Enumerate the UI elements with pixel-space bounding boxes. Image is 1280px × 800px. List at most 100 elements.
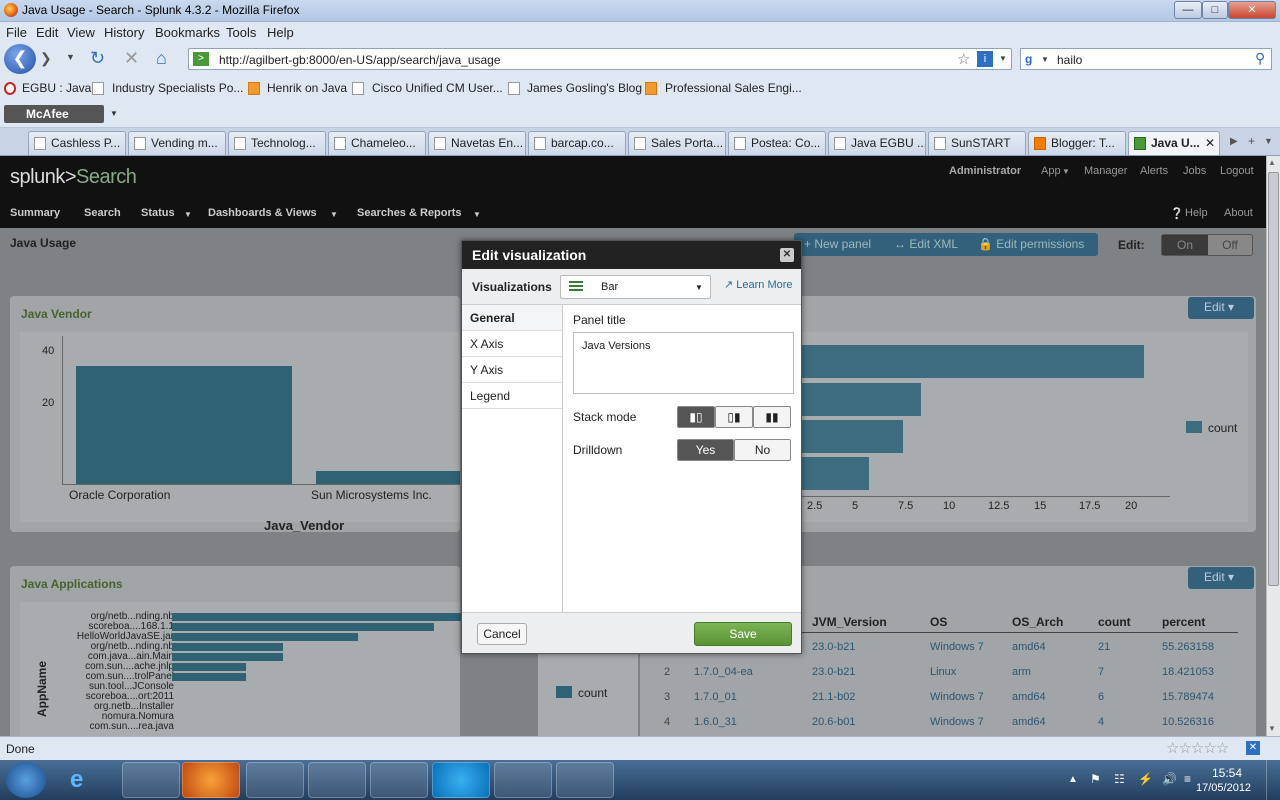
- app-bar[interactable]: [172, 613, 472, 621]
- versions-bar[interactable]: [801, 457, 870, 490]
- col-header-os-arch[interactable]: OS_Arch: [1012, 615, 1063, 629]
- ie-icon[interactable]: e: [70, 766, 83, 794]
- app-bar[interactable]: [172, 673, 246, 681]
- menu-tools[interactable]: Tools: [226, 25, 256, 40]
- tab-blogger[interactable]: Blogger: T...: [1028, 131, 1126, 155]
- power-icon[interactable]: ⚡: [1138, 772, 1153, 786]
- edit-permissions-button[interactable]: 🔒 Edit permissions: [978, 237, 1084, 251]
- home-icon[interactable]: ⌂: [156, 48, 167, 69]
- table-row[interactable]: 3 1.7.0_01 21.1-b02 Windows 7 amd64 6 15.78947…: [640, 688, 1256, 712]
- stop-icon[interactable]: ✕: [124, 48, 139, 69]
- tab-postea[interactable]: Postea: Co...: [728, 131, 826, 155]
- versions-bar[interactable]: [801, 420, 904, 453]
- menu-help[interactable]: Help: [267, 25, 294, 40]
- nav-dashboards[interactable]: Dashboards & Views: [208, 207, 317, 219]
- app-bar[interactable]: [172, 663, 246, 671]
- bookmark-cisco-unified[interactable]: Cisco Unified CM User...: [372, 81, 503, 95]
- menu-file[interactable]: File: [6, 25, 27, 40]
- google-icon[interactable]: g: [1025, 52, 1032, 66]
- section-x-axis[interactable]: X Axis: [462, 331, 562, 357]
- show-desktop-button[interactable]: [1266, 760, 1280, 800]
- edit-mode-toggle[interactable]: On Off: [1161, 234, 1253, 256]
- versions-bar[interactable]: [801, 383, 921, 416]
- jobs-link[interactable]: Jobs: [1183, 165, 1206, 177]
- addon-icon[interactable]: ✕: [1246, 741, 1260, 755]
- flag-icon[interactable]: ⚑: [1090, 772, 1101, 786]
- bookmark-professional-sales[interactable]: Professional Sales Engi...: [665, 81, 802, 95]
- clock-time[interactable]: 15:54: [1212, 766, 1242, 780]
- col-header-os[interactable]: OS: [930, 615, 947, 629]
- back-button[interactable]: ❮: [4, 44, 36, 74]
- vendor-bar-oracle[interactable]: [76, 365, 292, 484]
- scroll-thumb[interactable]: [1268, 172, 1279, 586]
- tab-java-usage[interactable]: Java U... ✕: [1128, 131, 1220, 155]
- url-bar[interactable]: > http://agilbert-gb:8000/en-US/app/sear…: [188, 48, 1012, 70]
- search-bar[interactable]: g ▼ hailo ⚲: [1020, 48, 1272, 70]
- save-button[interactable]: Save: [694, 622, 792, 646]
- clock-date[interactable]: 17/05/2012: [1196, 782, 1251, 794]
- pidgin-taskbar-icon[interactable]: [370, 762, 428, 798]
- tab-scroll-icon[interactable]: ▶: [1230, 136, 1238, 147]
- nav-search[interactable]: Search: [84, 207, 121, 219]
- splunk-logo[interactable]: splunk>Search: [10, 166, 137, 189]
- search-engine-dropdown-icon[interactable]: ▼: [1041, 55, 1049, 64]
- tab-barcap[interactable]: barcap.co...: [528, 131, 626, 155]
- info-icon[interactable]: i: [977, 51, 993, 67]
- drilldown-no[interactable]: No: [734, 439, 791, 461]
- new-tab-icon[interactable]: +: [1248, 134, 1255, 148]
- maximize-button[interactable]: □: [1202, 1, 1228, 19]
- logout-link[interactable]: Logout: [1220, 165, 1254, 177]
- menu-bookmarks[interactable]: Bookmarks: [155, 25, 220, 40]
- tab-cashless[interactable]: Cashless P...: [28, 131, 126, 155]
- forward-button[interactable]: ❯: [40, 50, 54, 66]
- scroll-down-icon[interactable]: ▼: [1268, 724, 1276, 733]
- tab-navetas[interactable]: Navetas En...: [428, 131, 526, 155]
- signal-icon[interactable]: ≡: [1184, 772, 1191, 786]
- vendor-bar-sun[interactable]: [316, 470, 460, 484]
- start-button[interactable]: [6, 762, 46, 798]
- menu-view[interactable]: View: [67, 25, 95, 40]
- tab-technolog[interactable]: Technolog...: [228, 131, 326, 155]
- col-header-jvm-version[interactable]: JVM_Version: [812, 615, 887, 629]
- app-bar[interactable]: [172, 643, 283, 651]
- paint-taskbar-icon[interactable]: [556, 762, 614, 798]
- search-input[interactable]: hailo: [1057, 53, 1082, 67]
- app-bar[interactable]: [172, 633, 358, 641]
- nav-summary[interactable]: Summary: [10, 207, 60, 219]
- menu-edit[interactable]: Edit: [36, 25, 58, 40]
- volume-icon[interactable]: 🔊: [1162, 772, 1177, 786]
- bookmark-james-gosling[interactable]: James Gosling's Blog: [527, 81, 642, 95]
- section-legend[interactable]: Legend: [462, 383, 562, 409]
- close-tab-icon[interactable]: ✕: [1205, 136, 1215, 150]
- edit-off-option[interactable]: Off: [1208, 235, 1252, 255]
- panel-title-input[interactable]: Java Versions: [573, 332, 794, 394]
- tab-list-icon[interactable]: ▼: [1264, 136, 1273, 146]
- nav-searches-reports[interactable]: Searches & Reports: [357, 207, 462, 219]
- search-icon[interactable]: ⚲: [1255, 50, 1265, 67]
- menu-history[interactable]: History: [104, 25, 144, 40]
- manager-link[interactable]: Manager: [1084, 165, 1127, 177]
- drilldown-yes[interactable]: Yes: [677, 439, 734, 461]
- close-window-button[interactable]: ✕: [1228, 1, 1276, 19]
- firefox-taskbar-icon[interactable]: [182, 762, 240, 798]
- tab-sales-portal[interactable]: Sales Porta...: [628, 131, 726, 155]
- edit-xml-button[interactable]: ↔ Edit XML: [894, 237, 958, 251]
- stack-mode-100[interactable]: ▮▮: [753, 406, 791, 428]
- tab-chameleo[interactable]: Chameleo...: [328, 131, 426, 155]
- url-dropdown-icon[interactable]: ▼: [999, 54, 1007, 63]
- skype-taskbar-icon[interactable]: [432, 762, 490, 798]
- table-row[interactable]: 4 1.6.0_31 20.6-b01 Windows 7 amd64 4 10.52631…: [640, 713, 1256, 736]
- col-header-percent[interactable]: percent: [1162, 615, 1205, 629]
- app-taskbar-icon[interactable]: [494, 762, 552, 798]
- tab-vending[interactable]: Vending m...: [128, 131, 226, 155]
- stack-mode-default[interactable]: ▮▯: [677, 406, 715, 428]
- app-bar[interactable]: [172, 653, 283, 661]
- alerts-link[interactable]: Alerts: [1140, 165, 1168, 177]
- tab-java-egbu[interactable]: Java EGBU ...: [828, 131, 926, 155]
- page-scrollbar[interactable]: ▲ ▼: [1266, 156, 1280, 736]
- bookmark-henrik-on-java[interactable]: Henrik on Java: [267, 81, 347, 95]
- tray-expand-icon[interactable]: ▲: [1068, 774, 1078, 785]
- thunderbird-taskbar-icon[interactable]: [246, 762, 304, 798]
- cancel-button[interactable]: Cancel: [477, 623, 527, 645]
- rating-stars-icon[interactable]: ☆☆☆☆☆: [1166, 739, 1229, 757]
